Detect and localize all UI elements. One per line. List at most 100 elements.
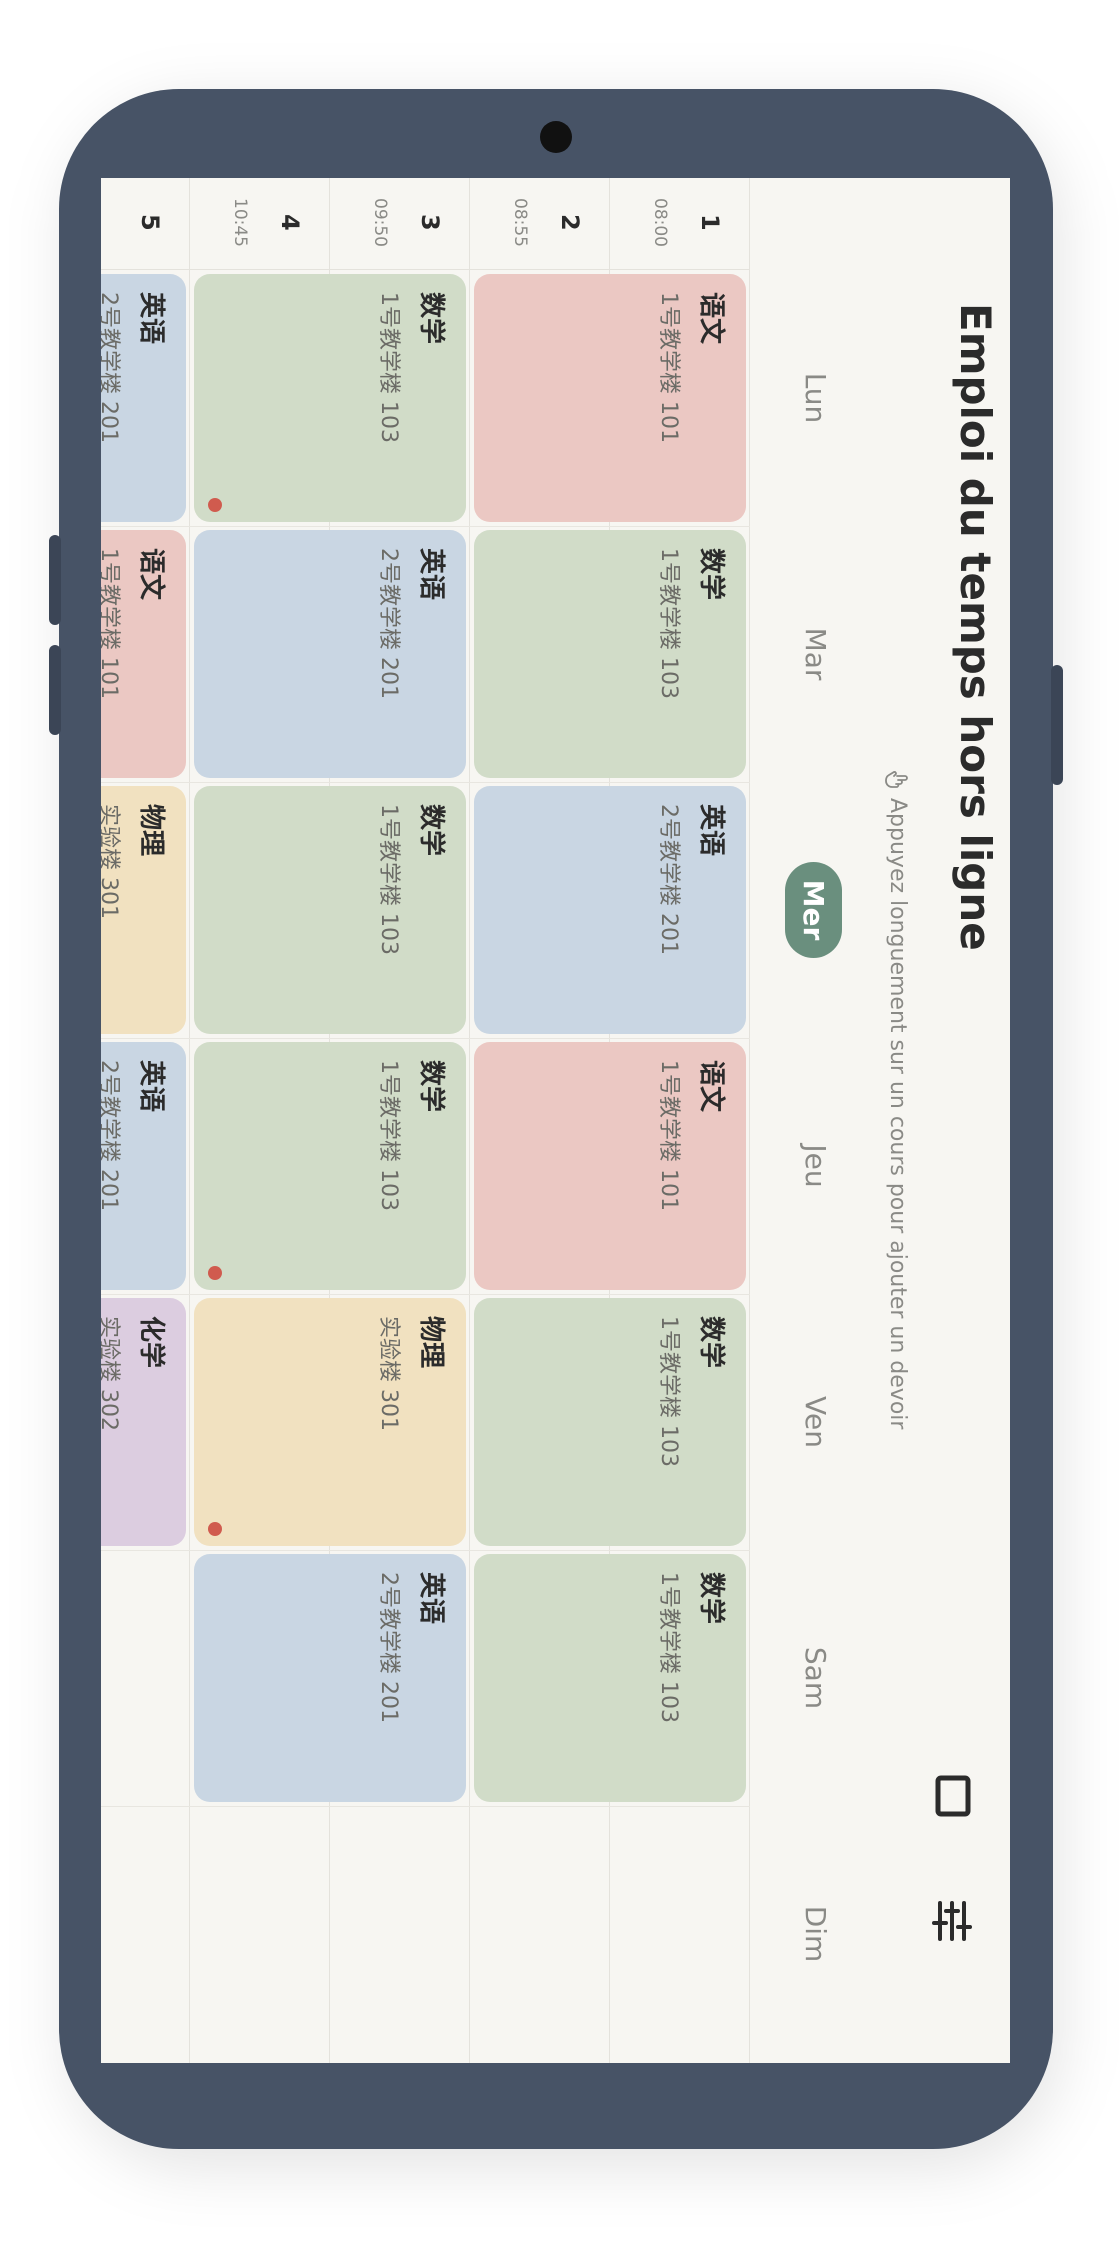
course-name: 数学 — [416, 1060, 446, 1113]
course-room: 2号教学楼 201 — [101, 1060, 121, 1211]
course-name: 英语 — [136, 292, 166, 345]
course-card[interactable]: 数学 1号教学楼 103 — [194, 1042, 466, 1290]
screen: Emploi du temps hors ligne Appuyez longu… — [101, 178, 1010, 2063]
period-number: 1 — [696, 214, 724, 231]
sliders-icon — [932, 1901, 972, 1941]
period-time: 08:00 — [650, 198, 670, 247]
grid-line — [101, 1806, 750, 1807]
square-view-icon — [935, 1775, 971, 1817]
period-4: 4 10:45 — [190, 178, 330, 270]
course-card[interactable]: 英语 2号教学楼 201 — [101, 1042, 186, 1290]
period-1: 1 08:00 — [610, 178, 750, 270]
day-thu[interactable]: Jeu — [799, 1038, 832, 1294]
course-card[interactable]: 语文 1号教学楼 101 — [474, 1042, 746, 1290]
homework-dot — [208, 1522, 222, 1536]
course-name: 语文 — [136, 548, 166, 601]
course-card[interactable]: 英语 2号教学楼 201 — [474, 786, 746, 1034]
day-mon[interactable]: Lun — [799, 270, 832, 526]
course-card[interactable]: 数学 1号教学楼 103 — [474, 1298, 746, 1546]
course-card[interactable]: 数学 1号教学楼 103 — [194, 786, 466, 1034]
course-room: 1号教学楼 103 — [376, 804, 401, 955]
course-card[interactable]: 英语 2号教学楼 201 — [101, 274, 186, 522]
homework-dot — [208, 498, 222, 512]
day-fri[interactable]: Ven — [799, 1294, 832, 1550]
course-room: 1号教学楼 101 — [101, 548, 121, 699]
homework-dot — [208, 1266, 222, 1280]
course-room: 实验楼 301 — [101, 804, 121, 919]
course-card[interactable]: 数学 1号教学楼 103 — [194, 274, 466, 522]
course-name: 物理 — [416, 1316, 446, 1369]
course-card[interactable]: 物理 实验楼 301 — [194, 1298, 466, 1546]
course-room: 1号教学楼 103 — [656, 1316, 681, 1467]
course-room: 1号教学楼 103 — [656, 1572, 681, 1723]
course-room: 实验楼 301 — [376, 1316, 401, 1431]
volume-up-button — [49, 535, 61, 625]
course-room: 1号教学楼 103 — [656, 548, 681, 699]
day-sat[interactable]: Sam — [799, 1550, 832, 1806]
grid-line — [101, 782, 750, 783]
course-card[interactable]: 英语 2号教学楼 201 — [194, 530, 466, 778]
day-tue[interactable]: Mar — [799, 526, 832, 782]
course-card[interactable]: 语文 1号教学楼 101 — [101, 530, 186, 778]
course-room: 1号教学楼 103 — [376, 292, 401, 443]
period-column: 1 08:00 2 08:55 3 09:50 4 10:45 5 — [101, 178, 750, 270]
course-name: 英语 — [416, 1572, 446, 1625]
power-button — [1051, 665, 1063, 785]
course-name: 化学 — [136, 1316, 166, 1369]
period-3: 3 09:50 — [330, 178, 470, 270]
app-header: Emploi du temps hors ligne Appuyez longu… — [860, 178, 1010, 2063]
day-wed-today[interactable]: Mer — [785, 782, 842, 1038]
grid-line — [101, 1550, 750, 1551]
course-room: 1号教学楼 101 — [656, 1060, 681, 1211]
grid-line — [101, 1294, 750, 1295]
page-title: Emploi du temps hors ligne — [951, 303, 1000, 951]
period-5: 5 — [101, 178, 190, 270]
course-name: 数学 — [696, 548, 726, 601]
front-camera — [540, 121, 572, 153]
app-landscape: Emploi du temps hors ligne Appuyez longu… — [101, 178, 1010, 2063]
course-card[interactable]: 数学 1号教学楼 103 — [474, 1554, 746, 1802]
course-name: 物理 — [136, 804, 166, 857]
course-card[interactable]: 化学 实验楼 302 — [101, 1298, 186, 1546]
period-time: 09:50 — [370, 198, 390, 247]
grid-line — [469, 178, 470, 2063]
weekday-header: Lun Mar Mer Jeu Ven Sam Dim — [750, 178, 860, 2063]
course-name: 英语 — [416, 548, 446, 601]
grid-line — [189, 178, 190, 2063]
course-card[interactable]: 语文 1号教学楼 101 — [474, 274, 746, 522]
course-name: 数学 — [416, 292, 446, 345]
hint-text: Appuyez longuement sur un cours pour ajo… — [885, 798, 910, 1430]
volume-down-button — [49, 645, 61, 735]
period-time: 10:45 — [230, 198, 250, 247]
grid-line — [749, 178, 750, 2063]
period-number: 3 — [416, 214, 444, 231]
grid-line — [101, 1038, 750, 1039]
course-card[interactable]: 数学 1号教学楼 103 — [474, 530, 746, 778]
period-number: 4 — [276, 214, 304, 231]
course-card[interactable]: 物理 实验楼 301 — [101, 786, 186, 1034]
settings-button[interactable] — [924, 1893, 980, 1949]
course-room: 实验楼 302 — [101, 1316, 121, 1431]
day-sun[interactable]: Dim — [799, 1806, 832, 2062]
grid-line — [101, 526, 750, 527]
period-number: 2 — [556, 214, 584, 231]
course-card[interactable]: 英语 2号教学楼 201 — [194, 1554, 466, 1802]
course-room: 2号教学楼 201 — [376, 1572, 401, 1723]
course-room: 1号教学楼 103 — [376, 1060, 401, 1211]
course-name: 英语 — [136, 1060, 166, 1113]
course-name: 英语 — [696, 804, 726, 857]
course-room: 1号教学楼 101 — [656, 292, 681, 443]
period-time: 08:55 — [510, 198, 530, 247]
course-name: 语文 — [696, 292, 726, 345]
course-name: 数学 — [696, 1572, 726, 1625]
course-room: 2号教学楼 201 — [101, 292, 121, 443]
touch-icon — [885, 768, 910, 790]
course-name: 数学 — [696, 1316, 726, 1369]
course-room: 2号教学楼 201 — [376, 548, 401, 699]
timetable-grid: 1 08:00 2 08:55 3 09:50 4 10:45 5 语文 1号教… — [101, 178, 750, 2063]
period-number: 5 — [136, 214, 164, 231]
course-name: 语文 — [696, 1060, 726, 1113]
hint-text-row: Appuyez longuement sur un cours pour ajo… — [885, 768, 910, 1429]
course-room: 2号教学楼 201 — [656, 804, 681, 955]
view-toggle-button[interactable] — [924, 1768, 980, 1824]
